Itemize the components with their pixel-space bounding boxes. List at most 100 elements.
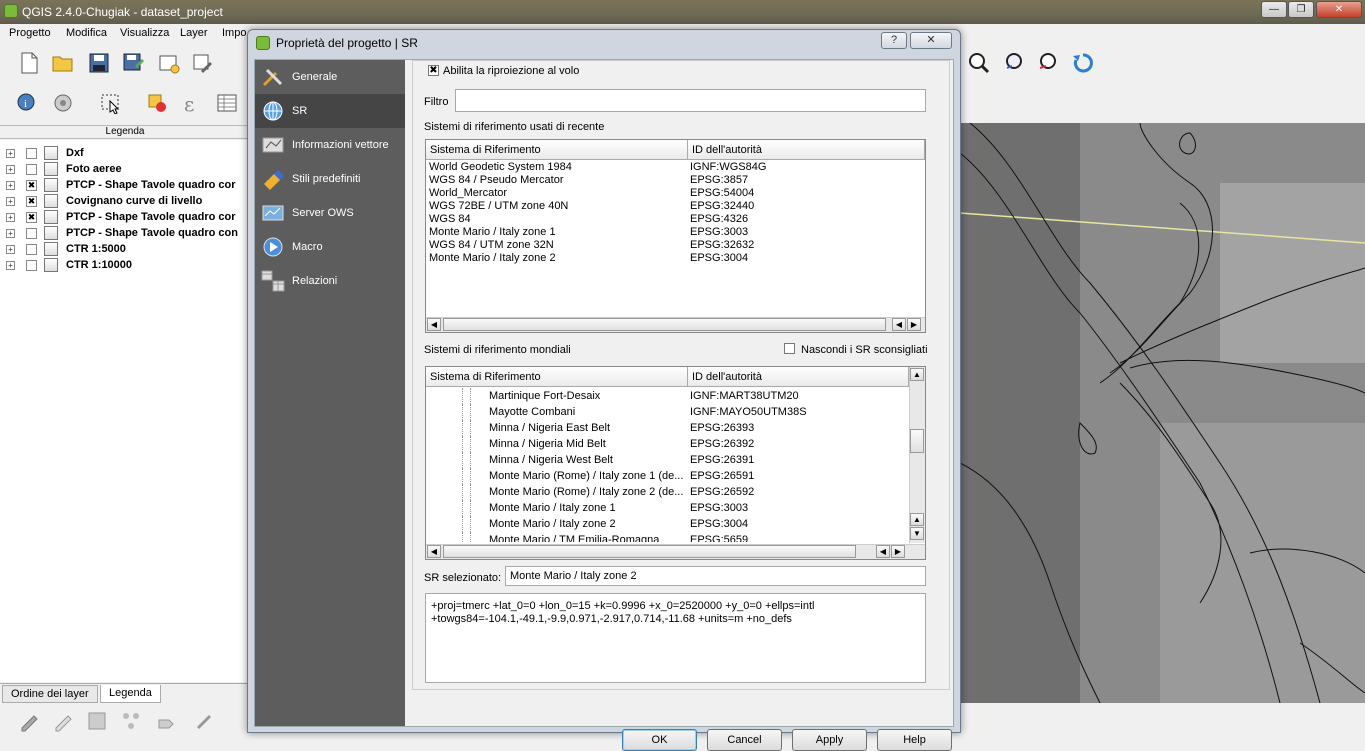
new-project-icon[interactable] bbox=[18, 52, 40, 74]
scroll-left-icon[interactable]: ◀ bbox=[876, 545, 890, 558]
pencil-icon[interactable] bbox=[52, 710, 74, 732]
col-header-system[interactable]: Sistema di Riferimento bbox=[426, 367, 688, 387]
expand-icon[interactable]: + bbox=[6, 197, 15, 206]
close-window-button[interactable]: ✕ bbox=[1316, 1, 1362, 18]
layer-checkbox[interactable] bbox=[26, 228, 37, 239]
run-action-icon[interactable] bbox=[52, 92, 74, 114]
layer-checkbox[interactable] bbox=[26, 260, 37, 271]
scroll-right-icon[interactable]: ▶ bbox=[907, 318, 921, 331]
expand-icon[interactable]: + bbox=[6, 261, 15, 270]
composer-manager-icon[interactable] bbox=[192, 52, 214, 74]
table-row[interactable]: Monte Mario / Italy zone 1 EPSG:3003 bbox=[426, 226, 925, 239]
minimize-button[interactable]: — bbox=[1261, 1, 1287, 18]
world-vscrollbar[interactable]: ▲ ▲ ▼ bbox=[909, 367, 925, 543]
expand-icon[interactable]: + bbox=[6, 229, 15, 238]
attribute-table-icon[interactable] bbox=[216, 92, 238, 114]
scroll-down-icon[interactable]: ▼ bbox=[910, 527, 924, 540]
scroll-thumb[interactable] bbox=[910, 429, 924, 453]
table-row[interactable]: Minna / Nigeria West Belt EPSG:26391 bbox=[426, 452, 925, 468]
selected-crs-field[interactable]: Monte Mario / Italy zone 2 bbox=[505, 566, 926, 586]
new-print-composer-icon[interactable] bbox=[158, 52, 180, 74]
expand-icon[interactable]: + bbox=[6, 181, 15, 190]
sidebar-item-macro[interactable]: Macro bbox=[255, 230, 405, 264]
table-row[interactable]: World Geodetic System 1984 IGNF:WGS84G bbox=[426, 161, 925, 174]
expand-icon[interactable]: + bbox=[6, 149, 15, 158]
save-as-icon[interactable] bbox=[122, 52, 144, 74]
cancel-button[interactable]: Cancel bbox=[707, 729, 782, 751]
table-row[interactable]: Martinique Fort-Desaix IGNF:MART38UTM20 bbox=[426, 388, 925, 404]
menu-progetto[interactable]: Progetto bbox=[9, 27, 51, 39]
scroll-left-icon[interactable]: ◀ bbox=[427, 545, 441, 558]
refresh-icon[interactable] bbox=[1072, 52, 1094, 74]
world-hscrollbar[interactable]: ◀ ◀ ▶ bbox=[426, 544, 925, 559]
apply-button[interactable]: Apply bbox=[792, 729, 867, 751]
table-row[interactable]: Monte Mario / Italy zone 2 EPSG:3004 bbox=[426, 252, 925, 265]
identify-icon[interactable]: i bbox=[16, 92, 38, 114]
add-feature-icon[interactable] bbox=[120, 710, 142, 732]
dialog-help-button[interactable]: ? bbox=[881, 32, 907, 49]
reprojection-checkbox[interactable]: ✖ bbox=[428, 65, 439, 76]
col-header-system[interactable]: Sistema di Riferimento bbox=[426, 140, 688, 160]
sidebar-item-relazioni[interactable]: Relazioni bbox=[255, 264, 405, 298]
table-row[interactable]: Monte Mario / Italy zone 1 EPSG:3003 bbox=[426, 500, 925, 516]
table-row[interactable]: World_Mercator EPSG:54004 bbox=[426, 187, 925, 200]
menu-layer[interactable]: Layer bbox=[180, 27, 208, 39]
layer-checkbox[interactable] bbox=[26, 164, 37, 175]
layer-checkbox[interactable]: ✖ bbox=[26, 212, 37, 223]
tab-legend[interactable]: Legenda bbox=[100, 685, 161, 703]
map-canvas[interactable] bbox=[960, 123, 1365, 703]
ok-button[interactable]: OK bbox=[622, 729, 697, 751]
table-row[interactable]: WGS 72BE / UTM zone 40N EPSG:32440 bbox=[426, 200, 925, 213]
menu-modifica[interactable]: Modifica bbox=[66, 27, 107, 39]
col-header-authority[interactable]: ID dell'autorità bbox=[688, 140, 925, 160]
zoom-to-selection-icon[interactable] bbox=[1004, 52, 1026, 74]
scroll-thumb[interactable] bbox=[443, 545, 856, 558]
toggle-editing-icon[interactable] bbox=[18, 710, 40, 732]
sidebar-item-server-ows[interactable]: Server OWS bbox=[255, 196, 405, 230]
scroll-up-icon[interactable]: ▲ bbox=[910, 513, 924, 526]
table-row[interactable]: Monte Mario / Italy zone 2 EPSG:3004 bbox=[426, 516, 925, 532]
move-feature-icon[interactable] bbox=[156, 710, 178, 732]
expression-select-icon[interactable]: ε bbox=[184, 92, 206, 116]
save-project-icon[interactable] bbox=[88, 52, 110, 74]
help-button[interactable]: Help bbox=[877, 729, 952, 751]
proj-definition-text[interactable]: +proj=tmerc +lat_0=0 +lon_0=15 +k=0.9996… bbox=[425, 593, 926, 683]
deselect-icon[interactable] bbox=[146, 92, 168, 114]
zoom-last-icon[interactable] bbox=[1038, 52, 1060, 74]
layer-checkbox[interactable]: ✖ bbox=[26, 180, 37, 191]
expand-icon[interactable]: + bbox=[6, 245, 15, 254]
expand-icon[interactable]: + bbox=[6, 213, 15, 222]
maximize-button[interactable]: ❐ bbox=[1288, 1, 1314, 18]
filter-input[interactable] bbox=[455, 89, 926, 112]
table-row[interactable]: WGS 84 EPSG:4326 bbox=[426, 213, 925, 226]
table-row[interactable]: WGS 84 / Pseudo Mercator EPSG:3857 bbox=[426, 174, 925, 187]
scroll-thumb[interactable] bbox=[443, 318, 886, 331]
table-row[interactable]: Monte Mario (Rome) / Italy zone 2 (de...… bbox=[426, 484, 925, 500]
table-row[interactable]: WGS 84 / UTM zone 32N EPSG:32632 bbox=[426, 239, 925, 252]
node-tool-icon[interactable] bbox=[194, 710, 216, 732]
scroll-left-icon[interactable]: ◀ bbox=[427, 318, 441, 331]
sidebar-item-sr[interactable]: SR bbox=[255, 94, 405, 128]
recent-hscrollbar[interactable]: ◀ ◀ ▶ bbox=[426, 317, 925, 332]
expand-icon[interactable]: + bbox=[6, 165, 15, 174]
table-row[interactable]: Monte Mario (Rome) / Italy zone 1 (de...… bbox=[426, 468, 925, 484]
table-row[interactable]: Minna / Nigeria Mid Belt EPSG:26392 bbox=[426, 436, 925, 452]
layer-checkbox[interactable]: ✖ bbox=[26, 196, 37, 207]
sidebar-item-informazioni-vettore[interactable]: Informazioni vettore bbox=[255, 128, 405, 162]
select-features-icon[interactable] bbox=[100, 92, 122, 114]
layer-checkbox[interactable] bbox=[26, 244, 37, 255]
scroll-left-icon[interactable]: ◀ bbox=[892, 318, 906, 331]
zoom-in-icon[interactable] bbox=[968, 52, 990, 74]
menu-impostazioni[interactable]: Impo bbox=[222, 27, 246, 39]
table-row[interactable]: Minna / Nigeria East Belt EPSG:26393 bbox=[426, 420, 925, 436]
table-row[interactable]: Monte Mario / TM Emilia-Romagna EPSG:5659 bbox=[426, 532, 925, 542]
open-project-icon[interactable] bbox=[52, 52, 74, 74]
sidebar-item-generale[interactable]: Generale bbox=[255, 60, 405, 94]
scroll-right-icon[interactable]: ▶ bbox=[891, 545, 905, 558]
col-header-authority[interactable]: ID dell'autorità bbox=[688, 367, 909, 387]
menu-visualizza[interactable]: Visualizza bbox=[120, 27, 169, 39]
layer-checkbox[interactable] bbox=[26, 148, 37, 159]
sidebar-item-stili-predefiniti[interactable]: Stili predefiniti bbox=[255, 162, 405, 196]
hide-deprecated-checkbox[interactable] bbox=[784, 343, 795, 354]
table-row[interactable]: Mayotte Combani IGNF:MAYO50UTM38S bbox=[426, 404, 925, 420]
